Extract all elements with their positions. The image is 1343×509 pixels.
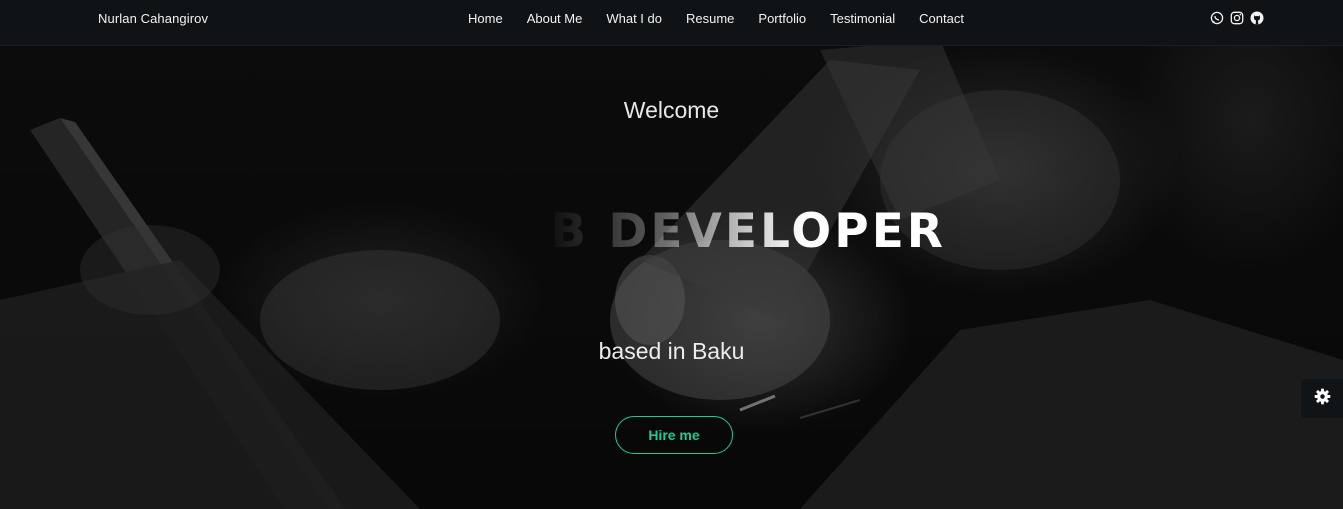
nav-about-me[interactable]: About Me (527, 11, 583, 26)
nav-testimonial[interactable]: Testimonial (830, 11, 895, 26)
nav-home[interactable]: Home (468, 11, 503, 26)
hire-me-button[interactable]: Hire me (615, 416, 733, 454)
github-icon[interactable] (1250, 10, 1264, 25)
gear-icon (1314, 388, 1331, 409)
social-links (1210, 10, 1264, 25)
nav-portfolio[interactable]: Portfolio (758, 11, 806, 26)
location-text: based in Baku (598, 338, 745, 364)
nav-what-i-do[interactable]: What I do (606, 11, 662, 26)
whatsapp-icon[interactable] (1210, 10, 1224, 25)
brand-logo[interactable]: Nurlan Cahangirov (98, 11, 208, 26)
welcome-heading: Welcome (623, 97, 720, 123)
main-menu: Home About Me What I do Resume Portfolio… (468, 11, 988, 26)
top-navbar: Nurlan Cahangirov Home About Me What I d… (0, 0, 1343, 46)
typed-title-wrap: B DEVELOPER (420, 196, 960, 268)
nav-contact[interactable]: Contact (919, 11, 964, 26)
typed-title: B DEVELOPER (550, 196, 960, 268)
settings-toggle[interactable] (1301, 379, 1343, 418)
nav-resume[interactable]: Resume (686, 11, 734, 26)
instagram-icon[interactable] (1230, 10, 1244, 25)
